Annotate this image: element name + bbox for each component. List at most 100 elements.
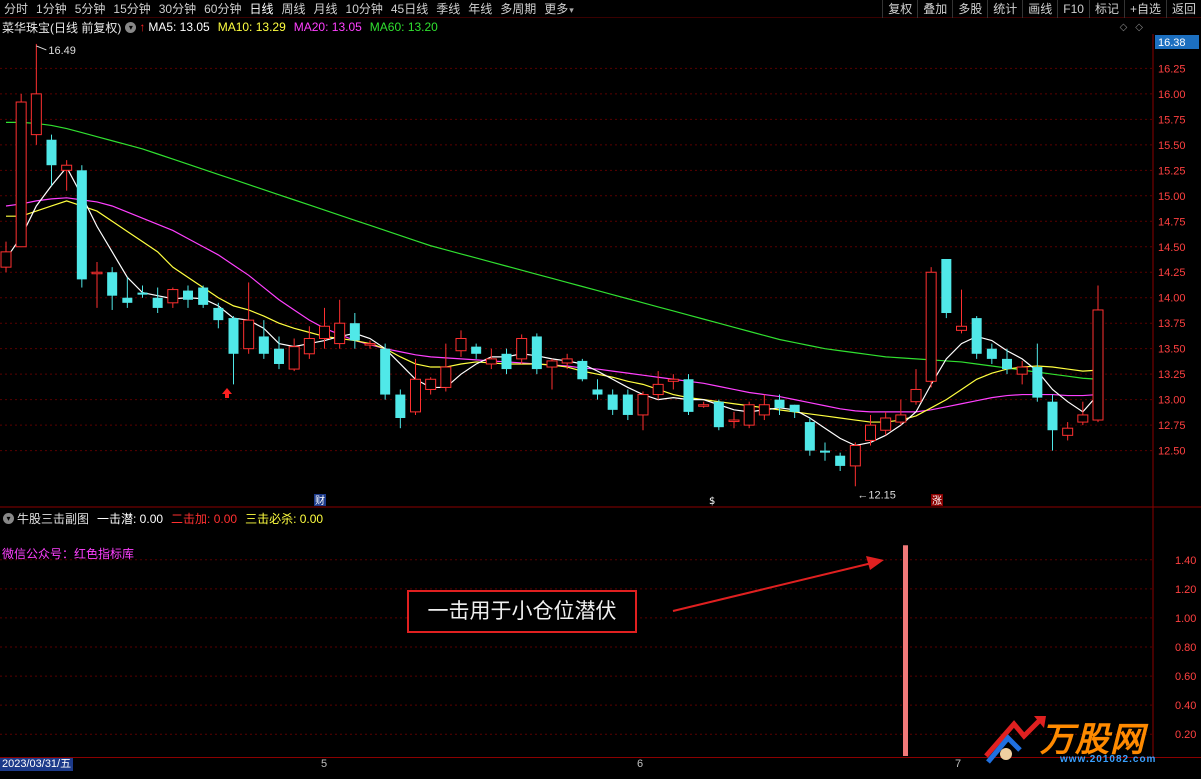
candle-body — [243, 319, 255, 350]
toolbar-button[interactable]: 多股 — [952, 0, 987, 18]
chevron-down-icon[interactable]: ▾ — [125, 21, 137, 33]
toolbar-button[interactable]: 画线 — [1022, 0, 1057, 18]
ma5-label: MA5: 13.05 — [148, 20, 210, 34]
toolbar-button[interactable]: 叠加 — [917, 0, 952, 18]
toolbar-button[interactable]: +自选 — [1123, 0, 1166, 18]
high-pointer — [36, 45, 47, 51]
period-tab[interactable]: 10分钟 — [342, 0, 387, 18]
candle-body — [956, 325, 967, 331]
candle-body — [592, 389, 603, 395]
period-tab[interactable]: 多周期 — [496, 0, 540, 18]
candle-body — [425, 378, 437, 390]
diamond-icon[interactable]: ◇ — [1120, 22, 1128, 33]
period-toolbar: 分时 1分钟 5分钟 15分钟 30分钟 60分钟 日线 周线 月线 10分钟 45日线 季线 年线 多周… — [0, 0, 1201, 18]
candle-body — [349, 323, 360, 341]
candle-body — [698, 404, 710, 407]
period-tab[interactable]: 季线 — [432, 0, 464, 18]
price-tick: 13.75 — [1158, 318, 1186, 330]
stock-name: 菜华珠宝(日线 前复权) — [2, 20, 122, 35]
stock-header: 菜华珠宝(日线 前复权) ▾ ↑ MA5: 13.05 MA10: 13.29 … — [0, 19, 446, 35]
sub-tick: 1.40 — [1175, 555, 1196, 567]
candle-body — [319, 325, 330, 339]
candlestick-chart[interactable]: 16.25 16.00 15.75 15.50 15.25 15.00 14.75 14.50… — [0, 34, 1201, 508]
low-label: ←12.15 — [857, 489, 896, 501]
price-tick: 16.00 — [1158, 89, 1186, 101]
period-tab[interactable]: 1分钟 — [32, 0, 71, 18]
candle-body — [137, 292, 148, 295]
candle-body — [258, 336, 269, 354]
toolbar-button[interactable]: 标记 — [1088, 0, 1124, 18]
candle-body — [303, 337, 315, 355]
sub-tick: 1.00 — [1175, 613, 1196, 625]
callout-box: 一击用于小仓位潜伏 — [407, 590, 637, 633]
candle-body — [107, 272, 118, 296]
candle-body — [713, 401, 724, 428]
sub-tick: 0.40 — [1175, 700, 1196, 712]
candle-body — [910, 388, 922, 403]
sanji-value: 三击必杀: 0.00 — [245, 512, 324, 526]
sub-tick: 1.20 — [1175, 584, 1196, 596]
candle-body — [485, 358, 497, 365]
toolbar-button[interactable]: 返回 — [1165, 0, 1201, 18]
candle-body — [683, 379, 694, 412]
period-tab[interactable]: 月线 — [310, 0, 342, 18]
price-tick: 13.00 — [1158, 395, 1186, 407]
candle-body — [789, 404, 800, 412]
period-tab[interactable]: 5分钟 — [71, 0, 110, 18]
candle-body — [941, 258, 952, 314]
erji-value: 二击加: 0.00 — [171, 512, 238, 526]
price-tick: 16.25 — [1158, 63, 1186, 75]
indicator-title: 牛股三击副图 — [17, 512, 90, 526]
ma10-label: MA10: 13.29 — [217, 20, 286, 34]
period-tab[interactable]: 周线 — [277, 0, 309, 18]
candle-body — [61, 164, 73, 171]
cai-marker: 财 — [315, 494, 325, 507]
wechat-note: 微信公众号：红色指标库 — [2, 547, 135, 561]
date-tick: 6 — [637, 758, 644, 770]
candle-body — [925, 271, 937, 382]
period-tab[interactable]: 60分钟 — [200, 0, 245, 18]
period-tabs: 分时 1分钟 5分钟 15分钟 30分钟 60分钟 日线 周线 月线 10分钟 45日线 季线 年线 多周… — [0, 0, 578, 17]
high-label: 16.49 — [48, 45, 76, 57]
price-tick: 14.00 — [1158, 293, 1186, 305]
candle-body — [1032, 367, 1043, 398]
candle-body — [380, 348, 391, 395]
chevron-down-icon[interactable]: ▾ — [3, 513, 14, 524]
candle-body — [440, 366, 452, 388]
ma20-label: MA20: 13.05 — [293, 20, 362, 34]
candle-body — [1047, 401, 1058, 431]
current-price-label: 16.38 — [1158, 37, 1186, 49]
toolbar-button[interactable]: 统计 — [987, 0, 1022, 18]
callout-arrow-line — [672, 562, 873, 612]
toolbar-button[interactable]: 复权 — [882, 0, 917, 18]
candle-body — [1077, 414, 1089, 423]
period-tab[interactable]: 30分钟 — [155, 0, 200, 18]
candle-body — [758, 404, 770, 416]
candle-body — [561, 358, 573, 364]
more-menu[interactable]: 更多 — [540, 0, 578, 18]
period-tab[interactable]: 分时 — [0, 0, 32, 18]
candle-body — [1062, 427, 1074, 436]
sub-tick: 0.60 — [1175, 671, 1196, 683]
candle-body — [1092, 309, 1104, 421]
toolbar-button[interactable]: F10 — [1057, 0, 1089, 18]
candle-body — [804, 422, 815, 451]
settings-icon[interactable]: ◇ — [1135, 22, 1143, 33]
period-tab[interactable]: 45日线 — [387, 0, 432, 18]
period-tab[interactable]: 15分钟 — [109, 0, 154, 18]
candle-body — [91, 271, 103, 275]
candle-body — [849, 445, 861, 467]
candle-body — [820, 450, 830, 453]
price-tick: 13.50 — [1158, 344, 1186, 356]
period-tab[interactable]: 年线 — [464, 0, 496, 18]
candle-body — [183, 290, 193, 300]
candle-body — [607, 394, 618, 410]
period-tab[interactable]: 日线 — [245, 0, 277, 18]
zhang-marker: 涨 — [932, 495, 942, 507]
yiji-value: 一击潜: 0.00 — [97, 512, 164, 526]
price-tick: 15.25 — [1158, 165, 1186, 177]
candle-body — [334, 322, 346, 345]
candle-body — [213, 307, 224, 321]
candle-body — [835, 455, 846, 466]
candle-body — [743, 404, 755, 426]
